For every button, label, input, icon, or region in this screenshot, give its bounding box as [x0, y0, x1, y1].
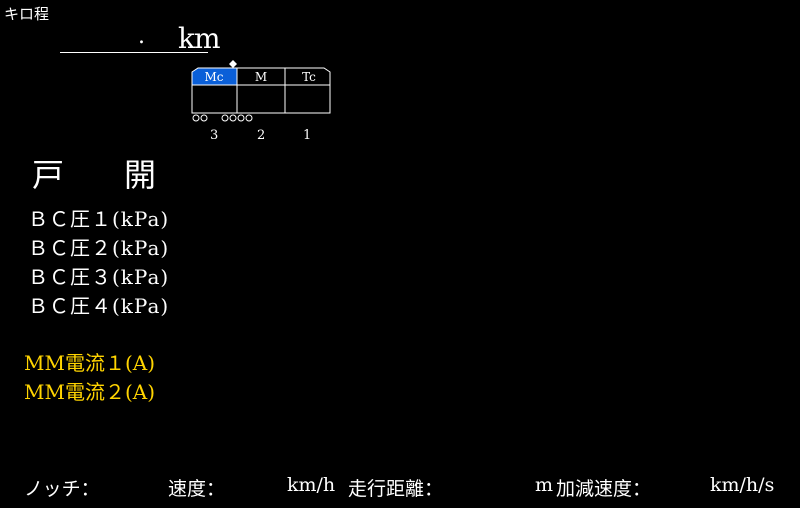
distance-unit: m [535, 474, 554, 496]
bc-pressure-2-label: ＢＣ圧２(kPa) [28, 236, 170, 260]
kilo-decimal-point: . [138, 24, 145, 49]
car-number-2: 2 [257, 128, 266, 143]
car-number-1: 1 [303, 128, 312, 143]
car-label-mc: Mc [204, 70, 223, 84]
car-mc[interactable]: Mc [191, 67, 238, 114]
distance-label: 走行距離： [348, 478, 444, 500]
bc-pressure-1-label: ＢＣ圧１(kPa) [28, 207, 170, 231]
accel-unit: km/h/s [710, 474, 775, 496]
kilo-value-field: . km [60, 14, 221, 55]
speed-unit: km/h [287, 474, 336, 496]
door-status: 戸 開 [32, 156, 171, 194]
car-tc[interactable]: Tc [284, 67, 331, 114]
bc-pressure-3-label: ＢＣ圧３(kPa) [28, 265, 170, 289]
mm-current-2-label: MM電流２(A) [24, 380, 156, 404]
car-number-3: 3 [210, 128, 219, 143]
position-marker-icon [229, 60, 237, 68]
wheel-icons [192, 114, 253, 122]
mm-current-1-label: MM電流１(A) [24, 351, 156, 375]
kilo-unit: km [178, 22, 221, 55]
car-label-m: M [255, 70, 267, 84]
car-label-tc: Tc [302, 70, 316, 84]
car-m[interactable]: M [236, 67, 286, 114]
accel-label: 加減速度： [556, 478, 652, 500]
speed-label: 速度： [168, 478, 226, 500]
bc-pressure-4-label: ＢＣ圧４(kPa) [28, 294, 170, 318]
kilo-label: キロ程 [4, 5, 50, 23]
notch-label: ノッチ： [24, 478, 100, 500]
